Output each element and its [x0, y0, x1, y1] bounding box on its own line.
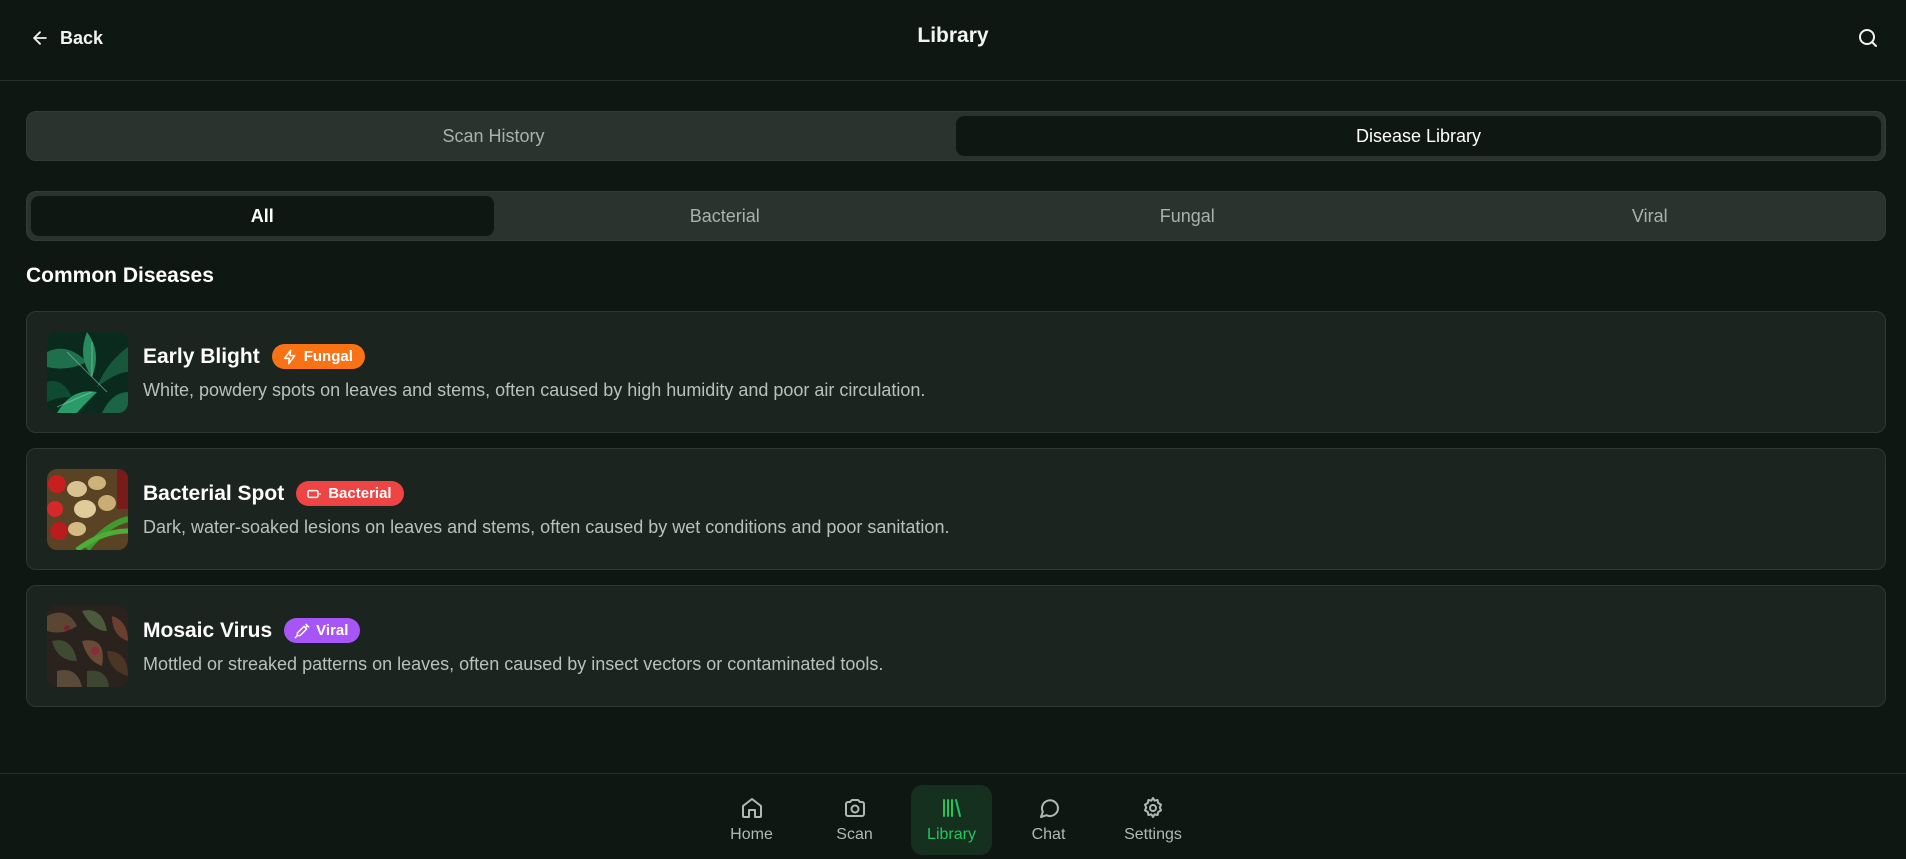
- nav-label: Home: [730, 826, 773, 843]
- tab-disease-library[interactable]: Disease Library: [956, 116, 1881, 156]
- bottom-navigation: Home Scan Library Chat Settings: [0, 773, 1906, 859]
- disease-name: Bacterial Spot: [143, 481, 285, 505]
- disease-card-early-blight[interactable]: Early Blight Fungal White, powdery spots…: [26, 311, 1886, 433]
- disease-description: Mottled or streaked patterns on leaves, …: [143, 654, 884, 674]
- lightning-icon: [283, 349, 296, 364]
- badge-label: Bacterial: [328, 485, 392, 502]
- filter-bacterial[interactable]: Bacterial: [494, 196, 957, 236]
- top-bar: Back Library: [0, 0, 1906, 81]
- chat-bubble-icon: [1039, 799, 1059, 818]
- nav-settings[interactable]: Settings: [1105, 785, 1201, 855]
- disease-list: Early Blight Fungal White, powdery spots…: [26, 311, 1886, 722]
- filter-viral[interactable]: Viral: [1419, 196, 1882, 236]
- card-title-row: Bacterial Spot Bacterial: [143, 481, 404, 506]
- disease-thumbnail: [47, 332, 128, 413]
- section-title: Common Diseases: [26, 264, 214, 287]
- library-mode-tabs: Scan History Disease Library: [26, 111, 1886, 161]
- syringe-icon: [294, 623, 310, 638]
- mottled-leaves-image: [47, 606, 128, 687]
- tab-scan-history[interactable]: Scan History: [31, 116, 956, 156]
- nav-items: Home Scan Library Chat Settings: [705, 785, 1201, 855]
- battery-icon: [307, 489, 321, 498]
- filter-all[interactable]: All: [31, 196, 494, 236]
- camera-icon: [844, 799, 865, 817]
- category-badge-fungal: Fungal: [271, 344, 365, 369]
- card-title-row: Mosaic Virus Viral: [143, 618, 361, 643]
- card-title-row: Early Blight Fungal: [143, 344, 365, 369]
- nav-scan[interactable]: Scan: [808, 785, 901, 855]
- gear-icon: [1144, 797, 1162, 818]
- category-badge-viral: Viral: [284, 618, 361, 643]
- vegetables-image: [47, 469, 128, 550]
- app-root: Back Library Scan History Disease Librar…: [0, 0, 1906, 859]
- disease-name: Early Blight: [143, 344, 260, 368]
- disease-description: White, powdery spots on leaves and stems…: [143, 380, 926, 400]
- search-icon: [1859, 29, 1877, 47]
- disease-name: Mosaic Virus: [143, 618, 273, 642]
- page-title: Library: [917, 24, 989, 47]
- disease-thumbnail: [47, 469, 128, 550]
- nav-label: Chat: [1031, 826, 1066, 843]
- disease-card-bacterial-spot[interactable]: Bacterial Spot Bacterial Dark, water-soa…: [26, 448, 1886, 570]
- nav-home[interactable]: Home: [705, 785, 798, 855]
- disease-thumbnail: [47, 606, 128, 687]
- badge-label: Viral: [316, 622, 349, 639]
- nav-label: Settings: [1124, 826, 1182, 843]
- disease-card-mosaic-virus[interactable]: Mosaic Virus Viral Mottled or streaked p…: [26, 585, 1886, 707]
- nav-chat[interactable]: Chat: [1002, 785, 1095, 855]
- category-badge-bacterial: Bacterial: [296, 481, 404, 506]
- library-icon: [942, 799, 961, 817]
- disease-filter-tabs: All Bacterial Fungal Viral: [26, 191, 1886, 241]
- home-icon: [741, 798, 762, 818]
- nav-label: Scan: [836, 826, 873, 843]
- search-button[interactable]: [1856, 26, 1880, 50]
- leaf-image: [47, 332, 128, 413]
- nav-label: Library: [927, 826, 976, 843]
- nav-library[interactable]: Library: [911, 785, 992, 855]
- filter-fungal[interactable]: Fungal: [956, 196, 1419, 236]
- disease-description: Dark, water-soaked lesions on leaves and…: [143, 517, 950, 537]
- badge-label: Fungal: [303, 348, 353, 365]
